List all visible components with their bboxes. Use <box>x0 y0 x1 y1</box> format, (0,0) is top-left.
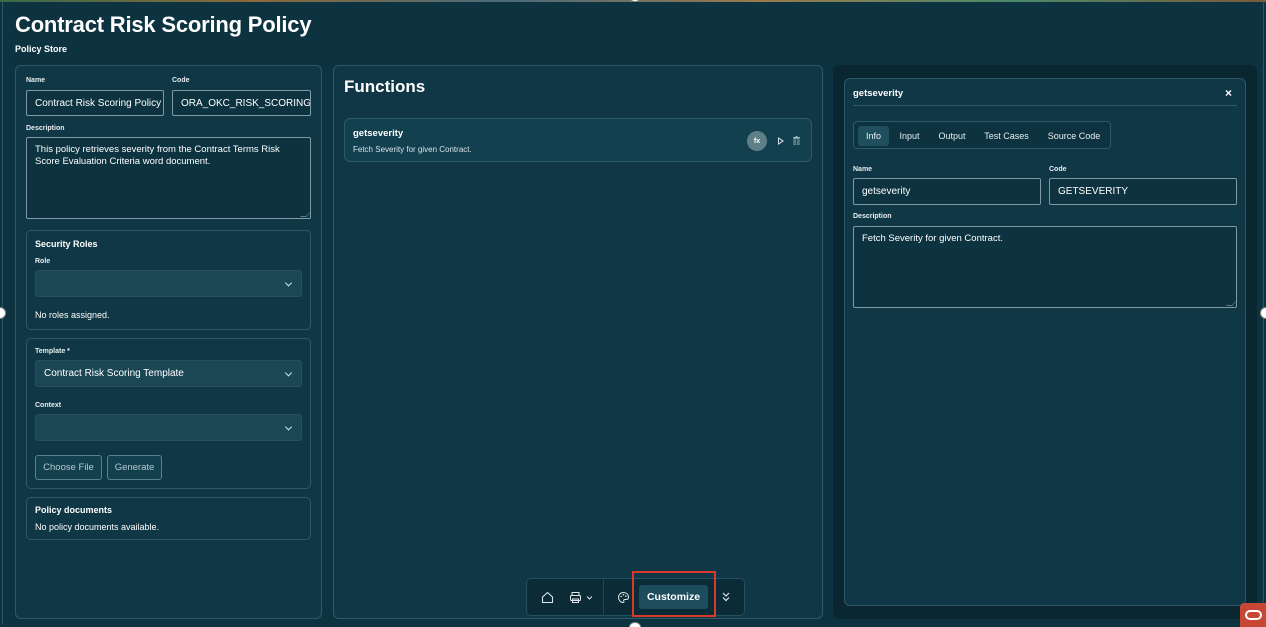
page-title: Contract Risk Scoring Policy <box>15 12 312 37</box>
chevron-down-icon <box>284 368 293 377</box>
no-roles-text: No roles assigned. <box>35 310 110 320</box>
description-label: Description <box>26 125 65 132</box>
policy-description-text: This policy retrieves severity from the … <box>35 144 280 167</box>
resize-grip-icon[interactable] <box>300 211 310 217</box>
functions-title: Functions <box>344 77 426 96</box>
code-label: Code <box>172 77 190 84</box>
resize-grip-icon[interactable] <box>1226 300 1236 306</box>
detail-divider <box>853 105 1237 106</box>
policy-code-input[interactable]: ORA_OKC_RISK_SCORING_P( <box>172 90 311 116</box>
name-label: Name <box>26 77 46 84</box>
bottom-edge-handle[interactable] <box>629 622 641 627</box>
generate-button[interactable]: Generate <box>107 455 162 480</box>
printer-icon[interactable] <box>569 591 582 604</box>
role-label: Role <box>35 258 51 265</box>
security-roles-title: Security Roles <box>35 239 98 249</box>
policy-documents-title: Policy documents <box>35 505 113 515</box>
tab-info[interactable]: Info <box>858 126 889 146</box>
tab-test-cases[interactable]: Test Cases <box>978 126 1035 146</box>
highlight-annotation-box <box>632 571 716 617</box>
tab-input[interactable]: Input <box>893 126 926 146</box>
context-label: Context <box>35 402 62 409</box>
dock-separator <box>603 579 604 617</box>
policy-description-textarea[interactable]: This policy retrieves severity from the … <box>26 137 311 219</box>
template-label: Template * <box>35 348 70 355</box>
function-card[interactable]: getseverity Fetch Severity for given Con… <box>344 118 812 162</box>
function-description-text: Fetch Severity for given Contract. <box>862 233 1003 244</box>
chevron-down-icon <box>284 278 293 287</box>
play-icon[interactable] <box>778 137 784 145</box>
oracle-logo-icon[interactable] <box>1240 603 1266 627</box>
function-name-input[interactable]: getseverity <box>853 178 1041 205</box>
template-select-value: Contract Risk Scoring Template <box>44 368 184 379</box>
context-select[interactable] <box>35 414 302 441</box>
detail-title: getseverity <box>853 88 904 99</box>
function-description: Fetch Severity for given Contract. <box>353 145 472 154</box>
template-select[interactable]: Contract Risk Scoring Template <box>35 360 302 387</box>
function-name-label: Name <box>853 166 873 173</box>
palette-icon[interactable] <box>617 591 630 604</box>
detail-tabs: Info Input Output Test Cases Source Code <box>853 121 1111 149</box>
function-detail-panel <box>844 78 1246 606</box>
chevron-down-icon <box>284 422 293 431</box>
function-code-label: Code <box>1049 166 1067 173</box>
home-icon[interactable] <box>541 591 554 604</box>
policy-name-input[interactable]: Contract Risk Scoring Policy <box>26 90 164 116</box>
no-policy-documents-text: No policy documents available. <box>35 522 160 532</box>
page-subtitle: Policy Store <box>15 44 68 54</box>
close-icon[interactable]: × <box>1225 86 1232 100</box>
function-code-input[interactable]: GETSEVERITY <box>1049 178 1237 205</box>
function-name: getseverity <box>353 128 404 139</box>
tab-output[interactable]: Output <box>932 126 972 146</box>
right-edge-handle[interactable] <box>1260 307 1266 319</box>
role-select[interactable] <box>35 270 302 297</box>
function-description-label: Description <box>853 213 892 220</box>
choose-file-button[interactable]: Choose File <box>35 455 102 480</box>
double-chevron-down-icon[interactable] <box>721 591 731 604</box>
policy-documents-card <box>26 497 311 540</box>
chevron-down-icon[interactable] <box>586 594 593 601</box>
fx-icon: fx <box>747 131 767 151</box>
trash-icon[interactable] <box>793 136 800 145</box>
tab-source-code[interactable]: Source Code <box>1042 126 1106 146</box>
function-description-textarea[interactable]: Fetch Severity for given Contract. <box>853 226 1237 308</box>
